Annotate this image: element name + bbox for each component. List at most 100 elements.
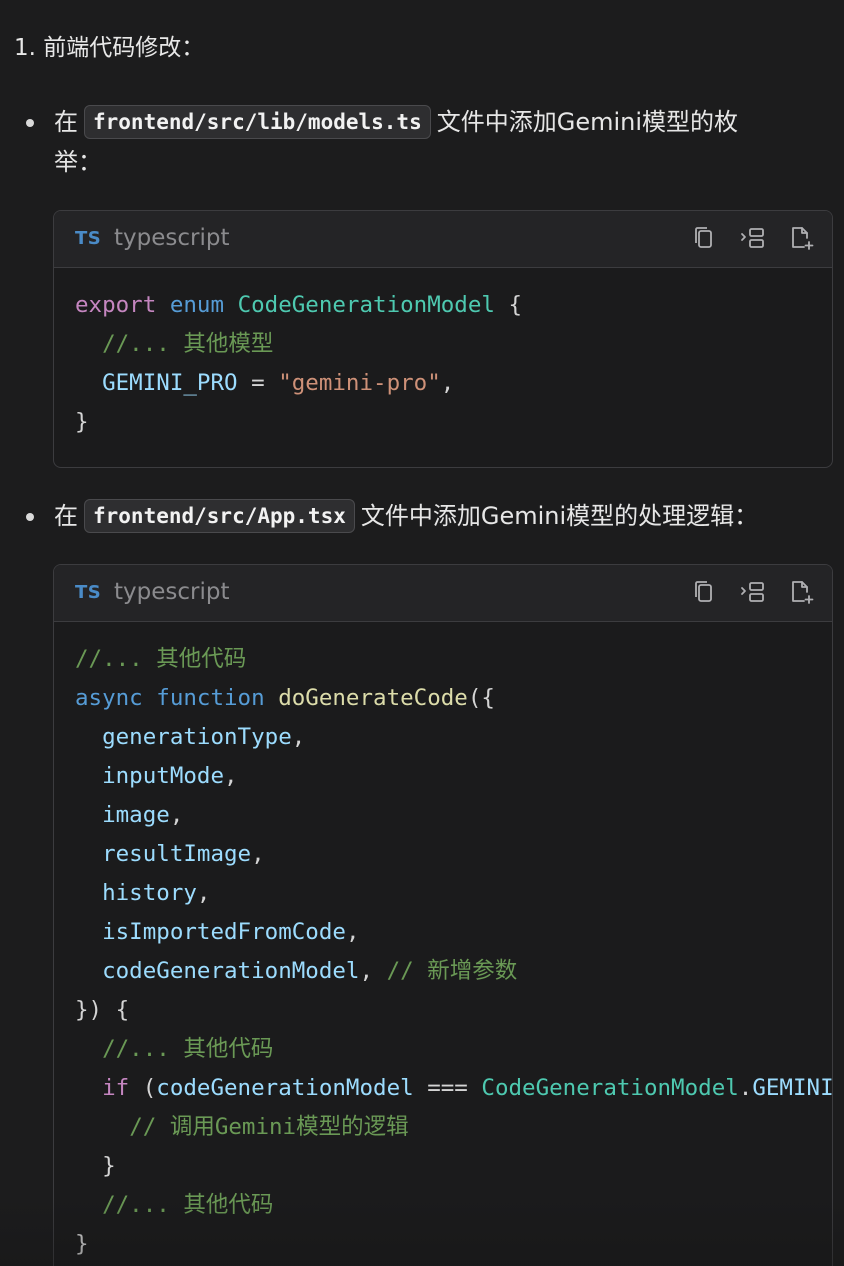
code-token: , bbox=[196, 880, 211, 906]
code-token: . bbox=[738, 1075, 753, 1101]
code-token: // 新增参数 bbox=[386, 958, 518, 984]
code-block-header: TS typescript bbox=[54, 211, 832, 268]
new-file-icon[interactable] bbox=[786, 577, 816, 607]
code-token: { bbox=[494, 292, 523, 318]
code-line: //... 其他代码 bbox=[75, 1030, 832, 1069]
code-line: } bbox=[75, 1147, 832, 1186]
insert-icon[interactable] bbox=[738, 223, 768, 253]
typescript-badge: TS bbox=[75, 582, 102, 603]
copy-icon[interactable] bbox=[690, 577, 720, 607]
code-token: history bbox=[102, 880, 197, 906]
code-token: } bbox=[75, 409, 89, 435]
code-token: ( bbox=[129, 1075, 157, 1101]
inline-code-path: frontend/src/App.tsx bbox=[84, 499, 355, 533]
step-title: 1. 前端代码修改： bbox=[14, 35, 205, 61]
code-token: if bbox=[102, 1075, 130, 1101]
bullet-text-continued: 举： bbox=[54, 148, 102, 176]
code-line: // 调用Gemini模型的逻辑 bbox=[75, 1108, 832, 1147]
bullet-text: 文件中添加Gemini模型的枚 bbox=[436, 108, 739, 136]
typescript-badge: TS bbox=[75, 228, 102, 249]
code-token: //... 其他代码 bbox=[102, 1192, 274, 1218]
code-token: isImportedFromCode bbox=[102, 919, 346, 945]
code-token: GEMINI_PRO bbox=[102, 370, 238, 396]
code-token: //... 其他代码 bbox=[102, 1036, 274, 1062]
bullet-prefix: 在 bbox=[54, 108, 78, 136]
new-file-icon[interactable] bbox=[786, 223, 816, 253]
code-token: } bbox=[75, 1231, 89, 1257]
code-token: export bbox=[75, 292, 157, 318]
code-line: GEMINI_PRO = "gemini-pro", bbox=[75, 364, 832, 403]
code-line: //... 其他代码 bbox=[75, 1186, 832, 1225]
code-line: resultImage, bbox=[75, 835, 832, 874]
code-token: codeGenerationModel bbox=[156, 1075, 414, 1101]
code-token: }) { bbox=[75, 997, 130, 1023]
bullet-text: 文件中添加Gemini模型的处理逻辑： bbox=[360, 502, 759, 530]
code-token: // 调用Gemini模型的逻辑 bbox=[129, 1114, 409, 1140]
code-token: function bbox=[156, 685, 265, 711]
code-token: ({ bbox=[467, 685, 495, 711]
code-token: codeGenerationModel bbox=[102, 958, 360, 984]
code-line: codeGenerationModel, // 新增参数 bbox=[75, 952, 832, 991]
code-line: } bbox=[75, 403, 832, 442]
bullet-dot bbox=[26, 513, 34, 521]
code-line: async function doGenerateCode({ bbox=[75, 679, 832, 718]
code-token: enum bbox=[169, 292, 225, 318]
code-token: , bbox=[359, 958, 387, 984]
code-line: //... 其他模型 bbox=[75, 325, 832, 364]
bullet-dot bbox=[26, 119, 34, 127]
code-token: , bbox=[169, 802, 184, 828]
code-language-label: typescript bbox=[114, 579, 230, 605]
code-token: , bbox=[251, 841, 265, 867]
code-line: export enum CodeGenerationModel { bbox=[75, 286, 832, 325]
code-line: //... 其他代码 bbox=[75, 640, 832, 679]
code-token: //... 其他模型 bbox=[102, 331, 274, 357]
code-line: } bbox=[75, 1225, 832, 1264]
code-token: "gemini-pro" bbox=[278, 370, 441, 396]
code-token: async bbox=[75, 685, 143, 711]
code-token: inputMode bbox=[102, 763, 225, 789]
code-token: CodeGenerationModel bbox=[481, 1075, 739, 1101]
code-token: = bbox=[237, 370, 279, 396]
code-token: generationType bbox=[102, 724, 292, 750]
insert-icon[interactable] bbox=[738, 577, 768, 607]
code-block: TS typescript //... 其他代码 async function d… bbox=[53, 564, 833, 1266]
code-line: inputMode, bbox=[75, 757, 832, 796]
copy-icon[interactable] bbox=[690, 223, 720, 253]
code-language-label: typescript bbox=[114, 225, 230, 251]
code-content: //... 其他代码 async function doGenerateCode(… bbox=[54, 622, 832, 1264]
code-line: image, bbox=[75, 796, 832, 835]
code-line: }) { bbox=[75, 991, 832, 1030]
code-token: === bbox=[413, 1075, 482, 1101]
code-token: } bbox=[75, 1153, 116, 1179]
code-token: , bbox=[345, 919, 360, 945]
code-token: CodeGenerationModel bbox=[237, 292, 495, 318]
code-block-header: TS typescript bbox=[54, 565, 832, 622]
code-line: if (codeGenerationModel === CodeGenerati… bbox=[75, 1069, 832, 1108]
inline-code-path: frontend/src/lib/models.ts bbox=[84, 105, 431, 139]
code-token: image bbox=[102, 802, 170, 828]
code-token: doGenerateCode bbox=[278, 685, 468, 711]
code-line: history, bbox=[75, 874, 832, 913]
code-token: , bbox=[291, 724, 306, 750]
code-token: GEMINI_PRO bbox=[752, 1075, 833, 1101]
code-line: generationType, bbox=[75, 718, 832, 757]
code-line: isImportedFromCode, bbox=[75, 913, 832, 952]
code-token: resultImage bbox=[102, 841, 252, 867]
